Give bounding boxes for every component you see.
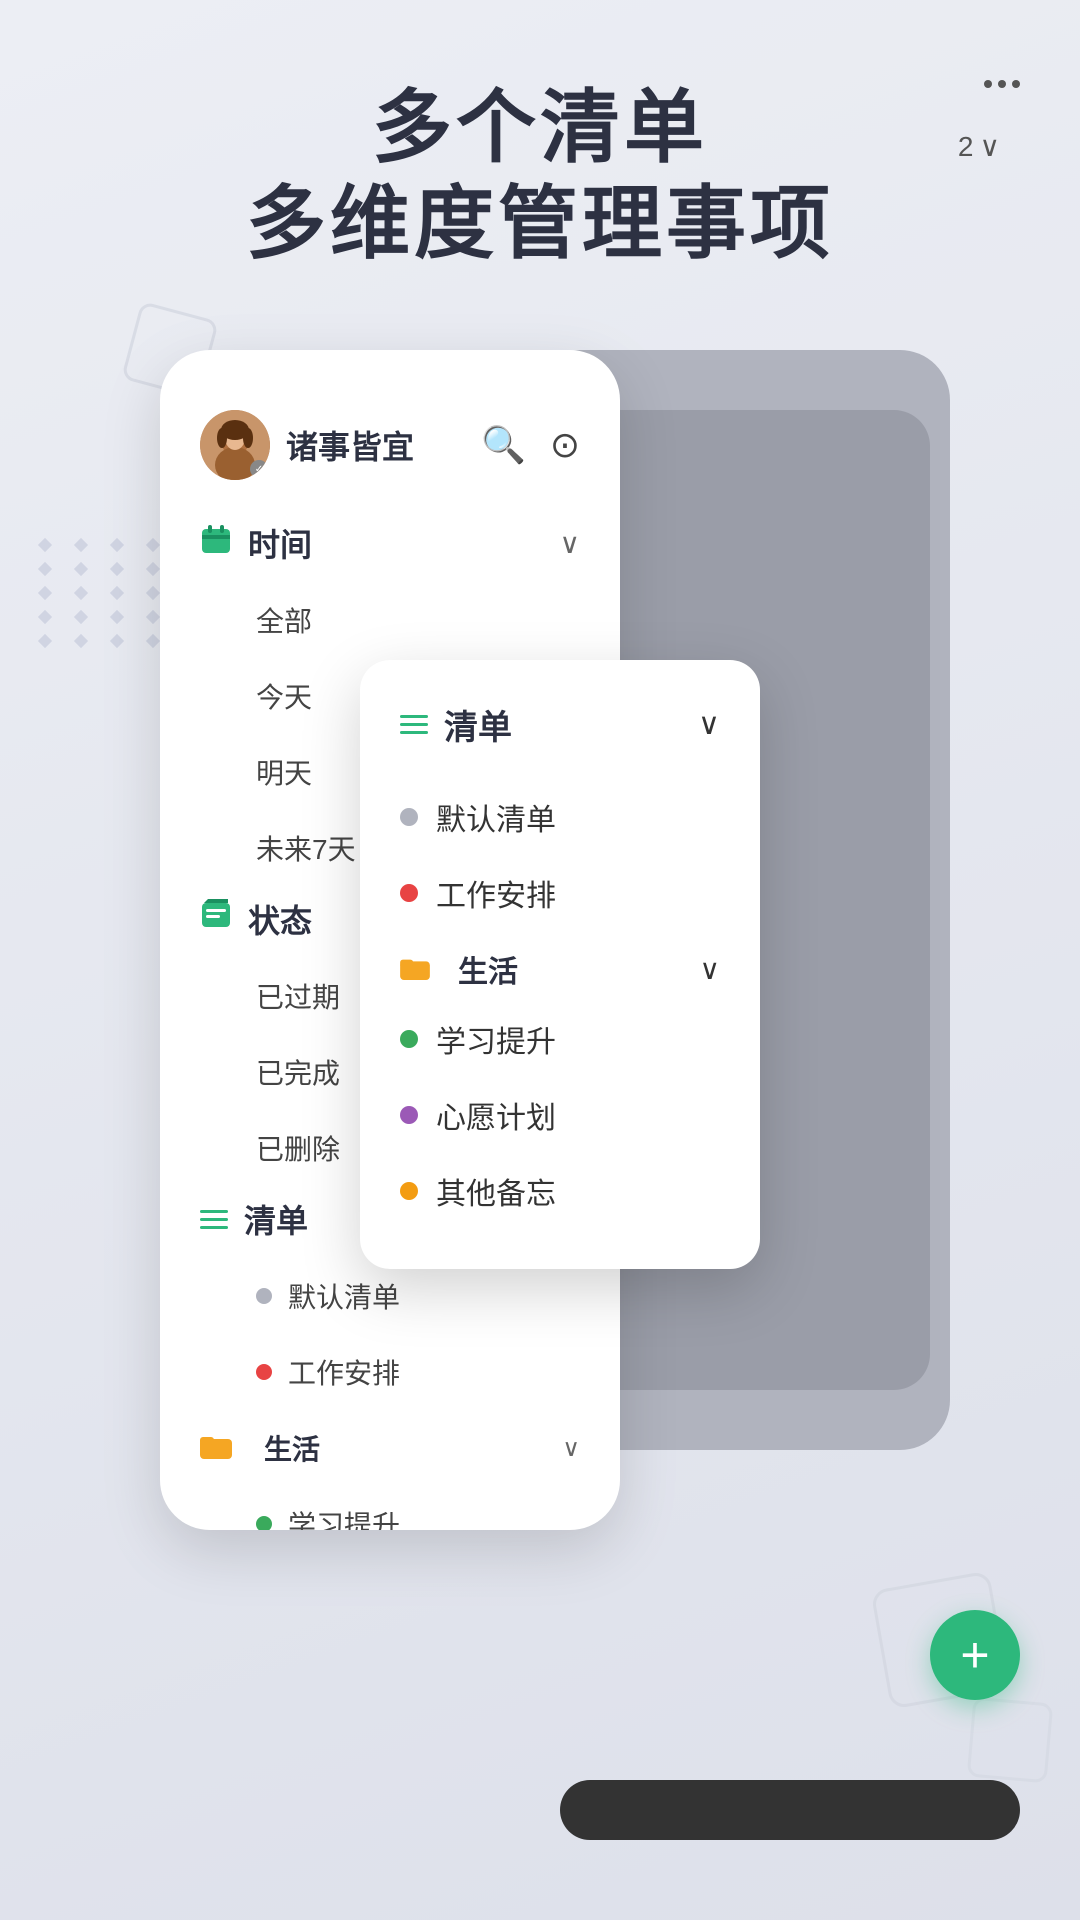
phone-back-topbar — [550, 80, 1020, 88]
verified-badge: ✓ — [250, 460, 268, 478]
dropdown-life-group-header[interactable]: 生活 ∨ — [400, 931, 720, 1001]
time-section-header[interactable]: 时间 ∨ — [200, 520, 580, 566]
plus-icon: + — [960, 1626, 989, 1684]
decorative-dots — [40, 540, 170, 646]
color-dot-gray — [256, 1288, 272, 1304]
avatar[interactable]: ✓ — [200, 410, 270, 480]
header-line1: 多个清单 — [372, 83, 708, 172]
dropdown-item-default[interactable]: 默认清单 — [400, 779, 720, 855]
dropdown-life-title: 生活 — [458, 947, 518, 991]
dropdown-item-wish-label: 心愿计划 — [436, 1093, 556, 1137]
list-item-study[interactable]: 学习提升 — [200, 1486, 580, 1530]
list-item-work[interactable]: 工作安排 — [200, 1334, 580, 1410]
dropdown-card: 清单 ∨ 默认清单 工作安排 生活 ∨ 学习提升 心愿计划 — [360, 660, 760, 1269]
list-item-work-label: 工作安排 — [288, 1352, 400, 1392]
dropdown-item-default-label: 默认清单 — [436, 795, 556, 839]
life-group-title: 生活 — [264, 1428, 320, 1468]
username: 诸事皆宜 — [286, 422, 414, 468]
chevron-down-icon: ∨ — [980, 130, 1001, 163]
time-section-title: 时间 — [248, 520, 312, 566]
dropdown-item-work-label: 工作安排 — [436, 871, 556, 915]
folder-icon — [200, 1431, 232, 1466]
time-chevron-icon: ∨ — [560, 527, 581, 560]
dropdown-life-chevron-icon: ∨ — [700, 953, 721, 986]
color-dot-green — [256, 1516, 272, 1530]
dropdown-item-study[interactable]: 学习提升 — [400, 1001, 720, 1077]
list-item-default-label: 默认清单 — [288, 1276, 400, 1316]
dropdown-dot-gray — [400, 808, 418, 826]
dropdown-chevron-icon: ∨ — [698, 707, 720, 742]
status-section-title: 状态 — [248, 896, 312, 942]
fab-add-button[interactable]: + — [930, 1610, 1020, 1700]
dropdown-item-memo[interactable]: 其他备忘 — [400, 1153, 720, 1229]
dropdown-dot-red — [400, 884, 418, 902]
dropdown-folder-icon — [400, 954, 430, 985]
dropdown-header[interactable]: 清单 ∨ — [400, 700, 720, 749]
target-icon[interactable]: ⊙ — [550, 424, 580, 466]
header-icons: 🔍 ⊙ — [481, 424, 580, 466]
dropdown-item-wish[interactable]: 心愿计划 — [400, 1077, 720, 1153]
search-icon[interactable]: 🔍 — [481, 424, 526, 466]
list-section-title: 清单 — [244, 1196, 308, 1242]
list-item-default[interactable]: 默认清单 — [200, 1258, 580, 1334]
color-dot-red — [256, 1364, 272, 1380]
dropdown-list-icon — [400, 715, 428, 734]
status-icon — [200, 899, 232, 939]
dropdown-dot-purple — [400, 1106, 418, 1124]
user-header: ✓ 诸事皆宜 🔍 ⊙ — [200, 410, 580, 480]
phone-back-badge: 2 ∨ — [958, 130, 1000, 163]
dots-menu-icon — [984, 80, 1020, 88]
dropdown-item-study-label: 学习提升 — [436, 1017, 556, 1061]
life-group-header[interactable]: 生活 ∨ — [200, 1410, 580, 1486]
dropdown-dot-green — [400, 1030, 418, 1048]
life-chevron-icon: ∨ — [562, 1434, 580, 1463]
dropdown-item-work[interactable]: 工作安排 — [400, 855, 720, 931]
dropdown-title: 清单 — [444, 700, 512, 749]
dropdown-item-memo-label: 其他备忘 — [436, 1169, 556, 1213]
decorative-shape-br2 — [967, 1697, 1054, 1784]
menu-item-all[interactable]: 全部 — [200, 582, 580, 658]
page-header: 多个清单 多维度管理事项 — [0, 80, 1080, 272]
list-icon — [200, 1210, 228, 1229]
header-line2: 多维度管理事项 — [246, 179, 834, 268]
dropdown-dot-orange — [400, 1182, 418, 1200]
user-info: ✓ 诸事皆宜 — [200, 410, 414, 480]
phone-back-bottom-nav — [560, 1780, 1020, 1840]
time-icon — [200, 523, 232, 563]
list-item-study-label: 学习提升 — [288, 1504, 400, 1530]
